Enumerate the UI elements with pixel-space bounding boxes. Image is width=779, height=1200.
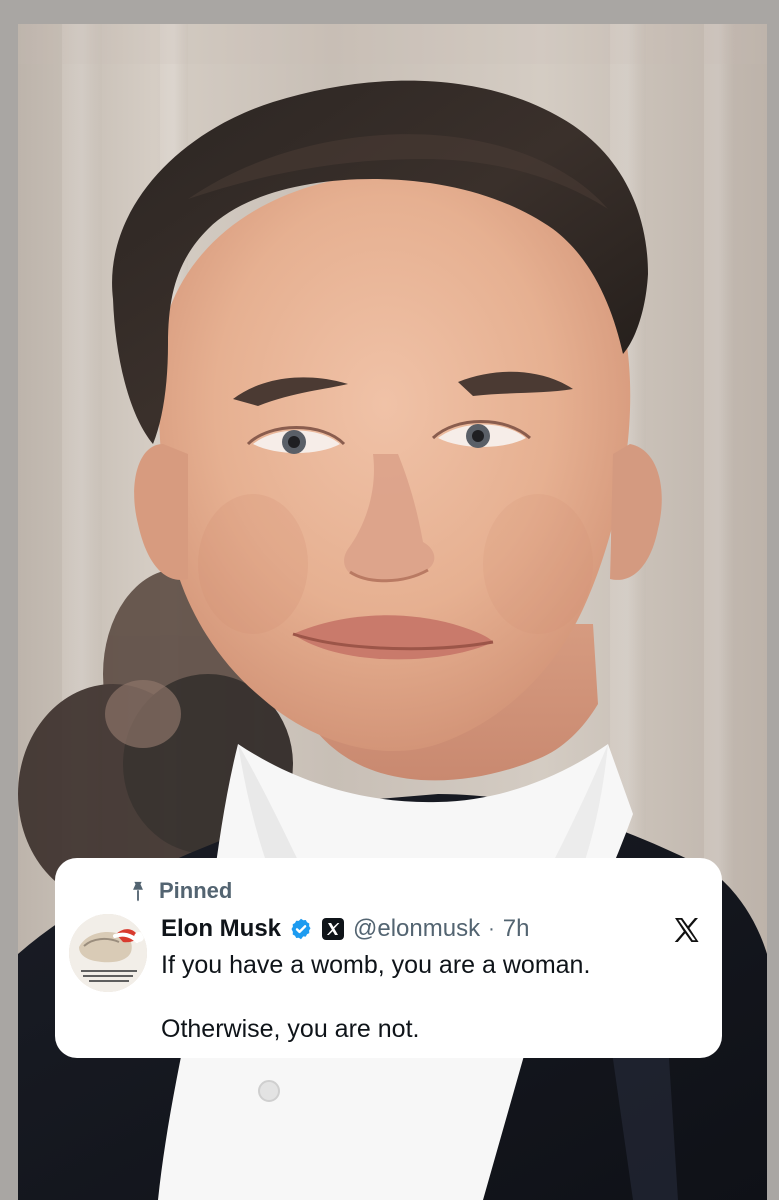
pinned-row: Pinned <box>127 878 232 904</box>
avatar-image <box>69 914 147 992</box>
x-logo-icon[interactable] <box>670 914 702 946</box>
display-name[interactable]: Elon Musk <box>161 915 281 943</box>
timestamp[interactable]: 7h <box>503 915 530 943</box>
x-logo-icon <box>322 918 345 940</box>
tweet-header: Elon Musk @elonmusk · 7h <box>161 912 602 946</box>
avatar[interactable] <box>69 914 147 992</box>
tweet-card[interactable]: Pinned Elon Musk @elonmusk · 7h If you h… <box>55 858 722 1058</box>
pin-icon <box>133 881 143 902</box>
verified-icon <box>291 918 311 940</box>
separator-dot: · <box>488 917 495 940</box>
screenshot-frame: Pinned Elon Musk @elonmusk · 7h If you h… <box>0 0 779 1200</box>
pinned-label: Pinned <box>159 878 233 903</box>
tweet-text: If you have a womb, you are a woman. Oth… <box>161 949 681 1045</box>
handle[interactable]: @elonmusk <box>353 915 480 943</box>
tweet-line-1: If you have a womb, you are a woman. <box>161 951 591 979</box>
tweet-line-2: Otherwise, you are not. <box>161 1015 420 1043</box>
